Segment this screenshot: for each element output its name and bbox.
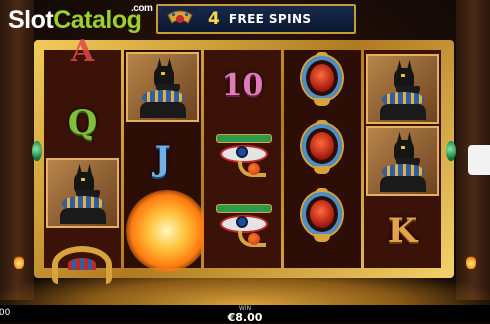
frame-gem-icon <box>32 141 42 161</box>
eye-of-horus-icon <box>212 134 274 178</box>
reel-4 <box>284 50 361 268</box>
reel-5: K <box>364 50 441 268</box>
collar-icon <box>52 246 112 284</box>
symbol-scarab <box>286 46 359 116</box>
symbol-scarab <box>286 114 359 184</box>
free-spins-count: 4 <box>208 9 220 29</box>
symbol-anubis <box>366 54 439 124</box>
symbol-j: J <box>154 139 171 179</box>
reels-frame: A Q J 10 K <box>32 34 456 284</box>
reel-1: A Q <box>44 34 121 284</box>
symbol-anubis <box>46 158 119 228</box>
symbol-anubis <box>366 126 439 196</box>
symbol-eye-of-horus <box>206 190 279 260</box>
bottom-info-bar: .00 WIN €8.00 <box>0 305 490 324</box>
eye-of-horus-icon <box>212 204 274 248</box>
symbol-scarab <box>286 182 359 252</box>
scarab-icon <box>300 120 344 178</box>
symbol-anubis <box>126 52 199 122</box>
win-value: €8.00 <box>227 311 263 324</box>
symbol-collar <box>46 230 119 300</box>
symbol-ten: 10 <box>221 67 264 103</box>
anubis-icon <box>376 132 430 192</box>
anubis-icon <box>56 164 110 224</box>
frame-gem-icon <box>446 141 456 161</box>
free-spins-banner: 4 FREE SPINS <box>156 4 356 34</box>
free-spins-label: FREE SPINS <box>228 12 312 26</box>
scarab-collar-icon <box>166 9 194 29</box>
sun-wild-icon <box>126 190 208 272</box>
side-menu-tab[interactable] <box>468 145 490 175</box>
anubis-icon <box>376 60 430 120</box>
scarab-icon <box>300 52 344 110</box>
symbol-q: Q <box>67 103 98 143</box>
anubis-icon <box>136 58 190 118</box>
symbol-a: A <box>70 33 95 69</box>
scarab-icon <box>300 188 344 246</box>
reel-3: 10 <box>204 50 281 268</box>
symbol-eye-of-horus <box>206 120 279 190</box>
symbol-k: K <box>387 211 418 251</box>
